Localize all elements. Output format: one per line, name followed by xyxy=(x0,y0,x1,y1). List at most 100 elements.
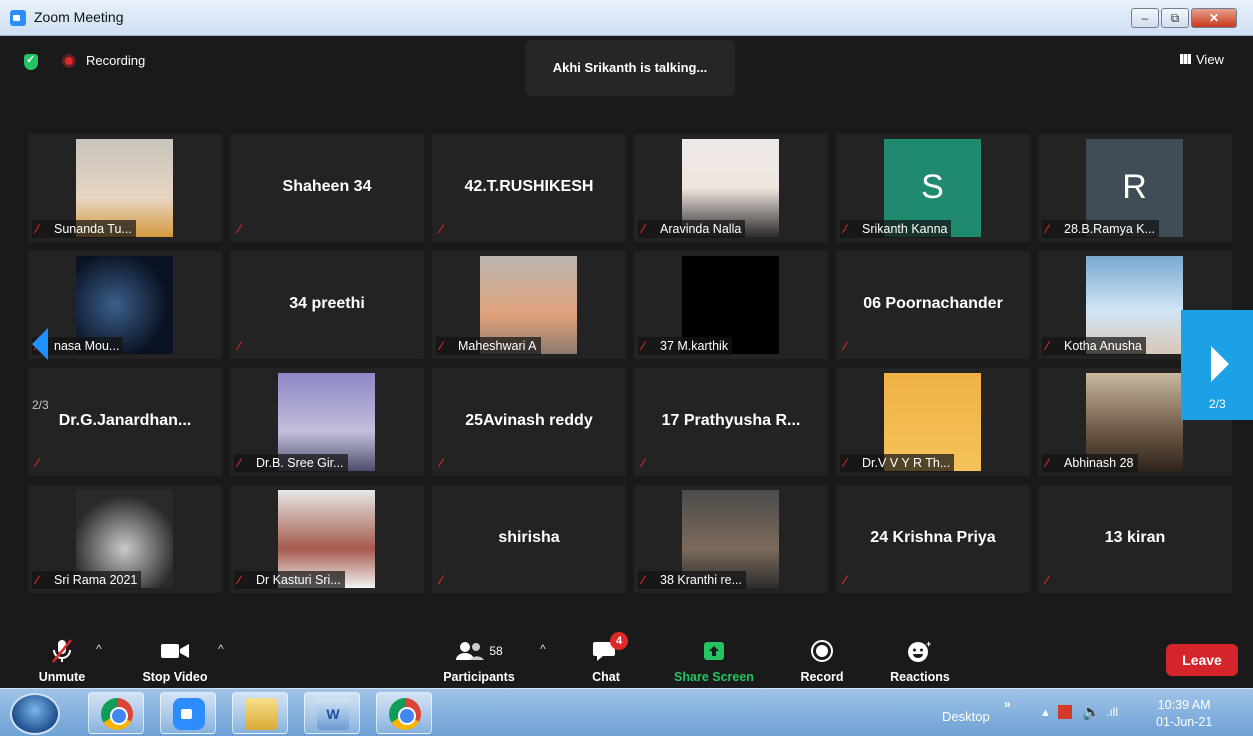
participant-tile[interactable]: Shaheen 34 ⁄ xyxy=(230,134,424,242)
video-options-caret[interactable]: ^ xyxy=(218,642,224,656)
next-page-button[interactable]: 2/3 xyxy=(1181,310,1253,420)
participant-tile[interactable]: 13 kiran ⁄ xyxy=(1038,485,1232,593)
participant-tile[interactable]: 06 Poornachander ⁄ xyxy=(836,251,1030,359)
participants-options-caret[interactable]: ^ xyxy=(540,642,546,656)
recording-icon xyxy=(62,54,76,68)
participant-name: Srikanth Kanna xyxy=(862,222,948,236)
participant-name-label: ⁄ xyxy=(436,454,462,472)
clock-date: 01-Jun-21 xyxy=(1156,715,1213,729)
recording-label: Recording xyxy=(86,53,146,68)
chrome-icon xyxy=(389,698,421,730)
audio-options-caret[interactable]: ^ xyxy=(96,642,102,656)
leave-button[interactable]: Leave xyxy=(1166,644,1238,676)
participant-tile[interactable]: 34 preethi ⁄ xyxy=(230,251,424,359)
participant-name-label: ⁄ 37 M.karthik xyxy=(638,337,733,355)
participant-tile[interactable]: R ⁄ 28.B.Ramya K... xyxy=(1038,134,1232,242)
participant-name: Kotha Anusha xyxy=(1064,339,1142,353)
minimize-button[interactable]: – xyxy=(1131,8,1159,28)
participant-tile[interactable]: ⁄ Sunanda Tu... xyxy=(28,134,222,242)
participant-display-name: 06 Poornachander xyxy=(863,295,1003,312)
participant-name-label: ⁄ Srikanth Kanna xyxy=(840,220,952,238)
reactions-smiley-icon: + xyxy=(908,639,931,662)
reactions-button[interactable]: + Reactions xyxy=(884,638,956,684)
mic-muted-icon: ⁄ xyxy=(1046,222,1049,236)
taskbar-zoom[interactable] xyxy=(160,692,216,734)
participant-name: 28.B.Ramya K... xyxy=(1064,222,1156,236)
participant-name: Maheshwari A xyxy=(458,339,537,353)
mic-muted-icon: ⁄ xyxy=(440,456,443,470)
participant-name-label: ⁄ Dr Kasturi Sri... xyxy=(234,571,345,589)
participant-tile[interactable]: ⁄ Sri Rama 2021 xyxy=(28,485,222,593)
participant-name-label: ⁄ xyxy=(638,454,664,472)
close-button[interactable]: ✕ xyxy=(1191,8,1237,28)
mic-muted-icon: ⁄ xyxy=(238,573,241,587)
reactions-label: Reactions xyxy=(890,670,950,684)
show-hidden-icons-button[interactable]: ▲ xyxy=(1040,707,1051,719)
view-button[interactable]: View xyxy=(1180,52,1224,67)
mic-muted-icon: ⁄ xyxy=(1046,573,1049,587)
participant-tile[interactable]: ⁄ Dr.V V Y R Th... xyxy=(836,368,1030,476)
clock[interactable]: 10:39 AM 01-Jun-21 xyxy=(1156,697,1212,731)
chat-badge: 4 xyxy=(610,632,628,650)
participant-name-label: ⁄ 38 Kranthi re... xyxy=(638,571,746,589)
participant-tile[interactable]: ⁄ Dr.B. Sree Gir... xyxy=(230,368,424,476)
participant-tile[interactable]: 25Avinash reddy ⁄ xyxy=(432,368,626,476)
mic-muted-icon: ⁄ xyxy=(642,339,645,353)
previous-page-button[interactable]: 2/3 xyxy=(28,312,80,416)
participant-name-label: ⁄ xyxy=(1042,571,1068,589)
arrow-left-icon xyxy=(32,328,48,360)
participant-name: Abhinash 28 xyxy=(1064,456,1134,470)
chat-button[interactable]: 4 Chat xyxy=(582,632,630,684)
unmute-button[interactable]: Unmute xyxy=(28,638,96,684)
participants-button[interactable]: 58 Participants xyxy=(436,638,522,684)
taskbar-explorer[interactable] xyxy=(232,692,288,734)
meeting-stage: Recording Akhi Srikanth is talking... Vi… xyxy=(0,36,1253,628)
chrome-icon xyxy=(101,698,133,730)
record-button[interactable]: Record xyxy=(796,638,848,684)
network-signal-icon[interactable]: .ıll xyxy=(1106,705,1118,719)
participant-tile[interactable]: ⁄ 37 M.karthik xyxy=(634,251,828,359)
system-tray: Desktop » ▲ 🔈 .ıll 10:39 AM 01-Jun-21 xyxy=(930,689,1253,736)
shield-check-icon[interactable] xyxy=(24,53,38,70)
action-center-flag-icon[interactable] xyxy=(1058,705,1072,719)
participants-label: Participants xyxy=(443,670,515,684)
participant-name: 37 M.karthik xyxy=(660,339,729,353)
maximize-button[interactable]: ⧉ xyxy=(1161,8,1189,28)
taskbar-chrome[interactable] xyxy=(88,692,144,734)
share-screen-label: Share Screen xyxy=(674,670,754,684)
active-speaker-banner: Akhi Srikanth is talking... xyxy=(525,40,735,96)
participant-name: Sri Rama 2021 xyxy=(54,573,138,587)
participant-tile[interactable]: 24 Krishna Priya ⁄ xyxy=(836,485,1030,593)
participant-name-label: ⁄ Maheshwari A xyxy=(436,337,541,355)
participant-name-label: ⁄ Dr.B. Sree Gir... xyxy=(234,454,348,472)
participant-display-name: 13 kiran xyxy=(1104,529,1166,546)
participants-icon xyxy=(456,642,485,660)
stop-video-button[interactable]: Stop Video xyxy=(130,638,220,684)
participant-display-name: 34 preethi xyxy=(289,295,365,312)
participant-name-label: ⁄ xyxy=(234,220,260,238)
participant-tile[interactable]: 17 Prathyusha R... ⁄ xyxy=(634,368,828,476)
participant-name: Dr.B. Sree Gir... xyxy=(256,456,344,470)
speaker-icon[interactable]: 🔈 xyxy=(1082,703,1101,721)
participant-tile[interactable]: ⁄ 38 Kranthi re... xyxy=(634,485,828,593)
participant-name-label: ⁄ xyxy=(840,571,866,589)
participant-name-label: ⁄ Kotha Anusha xyxy=(1042,337,1146,355)
share-screen-button[interactable]: Share Screen xyxy=(668,638,760,684)
participant-tile[interactable]: S ⁄ Srikanth Kanna xyxy=(836,134,1030,242)
participant-tile[interactable]: ⁄ Aravinda Nalla xyxy=(634,134,828,242)
taskbar-chrome-2[interactable] xyxy=(376,692,432,734)
participant-tile[interactable]: 42.T.RUSHIKESH ⁄ xyxy=(432,134,626,242)
window-title: Zoom Meeting xyxy=(34,9,124,25)
mic-muted-icon: ⁄ xyxy=(440,573,443,587)
participant-tile[interactable]: ⁄ Dr Kasturi Sri... xyxy=(230,485,424,593)
participant-tile[interactable]: ⁄ Maheshwari A xyxy=(432,251,626,359)
desktop-toolbar-label[interactable]: Desktop xyxy=(942,709,990,724)
taskbar-word[interactable]: W xyxy=(304,692,360,734)
meeting-controls: Unmute ^ Stop Video ^ 58 Participants ^ … xyxy=(0,628,1253,688)
participant-name: Dr.V V Y R Th... xyxy=(862,456,951,470)
windows-start-button[interactable] xyxy=(10,693,60,735)
window-titlebar: Zoom Meeting – ⧉ ✕ xyxy=(0,0,1253,36)
participant-display-name: shirisha xyxy=(498,529,560,546)
participant-tile[interactable]: shirisha ⁄ xyxy=(432,485,626,593)
chevron-right-icon[interactable]: » xyxy=(1004,697,1011,711)
